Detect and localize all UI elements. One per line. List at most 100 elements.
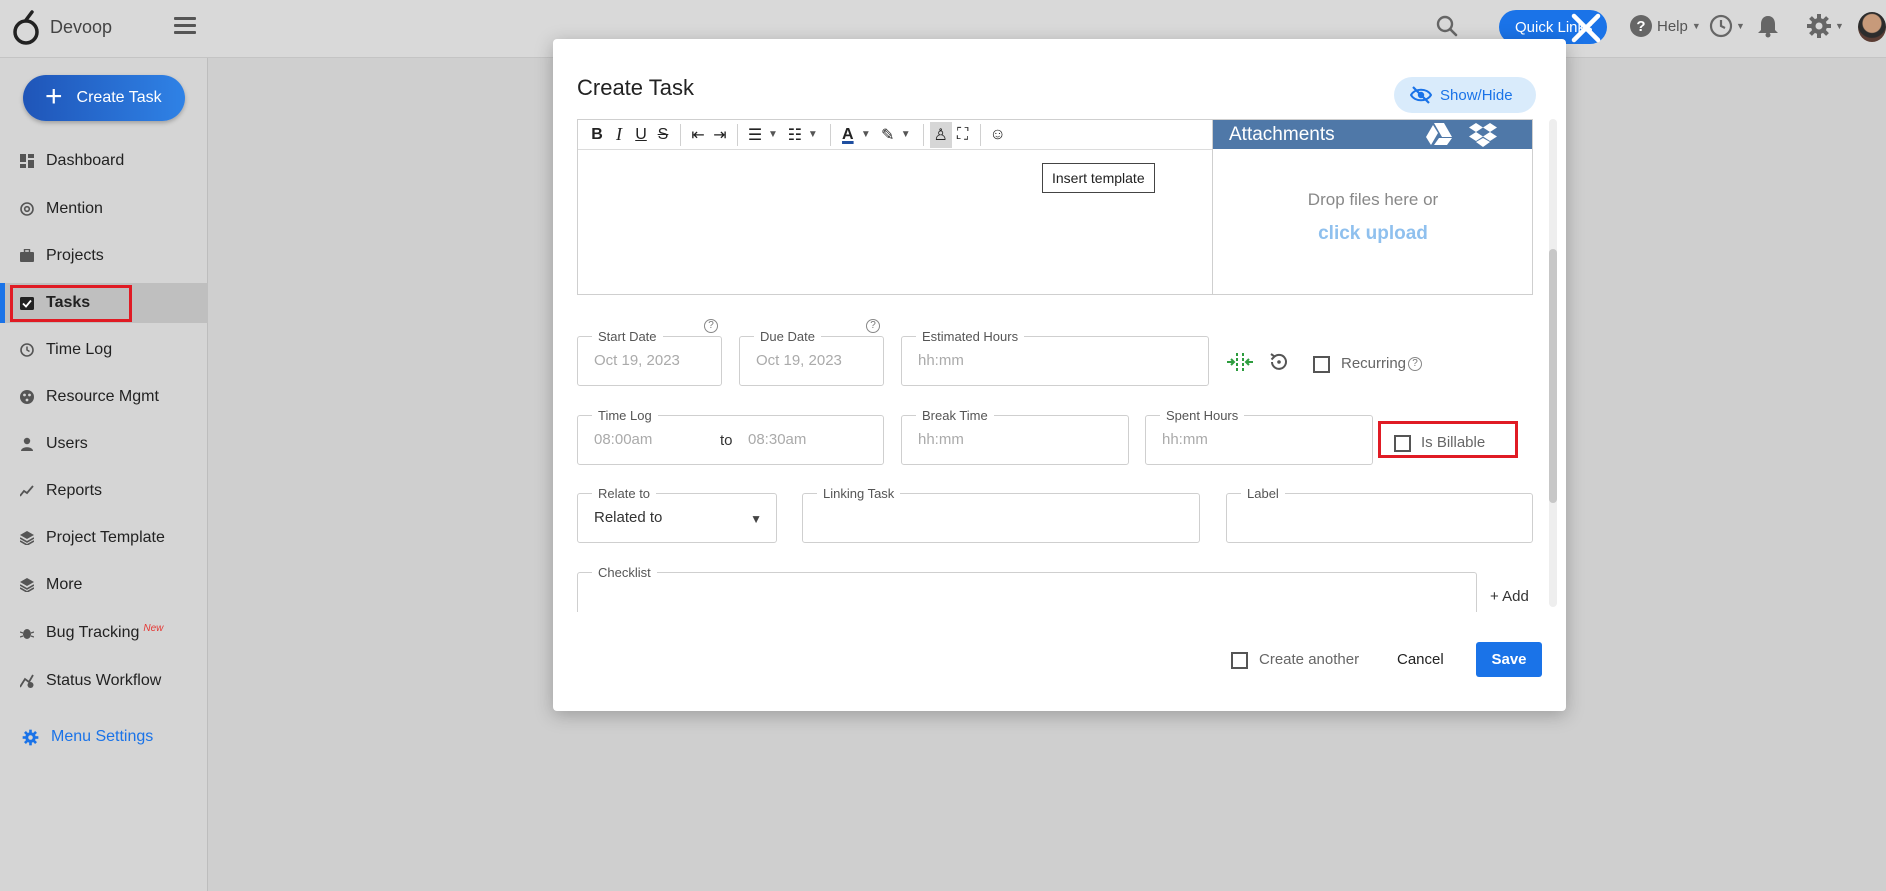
split-hours-icon[interactable]	[1225, 351, 1255, 373]
workflow-icon	[20, 674, 34, 688]
italic-icon[interactable]: I	[608, 122, 630, 148]
numbered-list-icon[interactable]: ☰	[744, 122, 766, 148]
fullscreen-icon[interactable]: ⛶	[952, 122, 974, 148]
layers-icon	[20, 531, 34, 545]
show-hide-button[interactable]: Show/Hide	[1394, 77, 1536, 113]
time-log-to[interactable]: 08:30am	[748, 431, 806, 448]
time-log-label: Time Log	[592, 408, 658, 423]
sidebar-item-more[interactable]: More	[0, 565, 208, 605]
bold-icon[interactable]: B	[586, 122, 608, 148]
sidebar-item-projects[interactable]: Projects	[0, 236, 208, 276]
help-icon[interactable]: ?	[866, 319, 880, 333]
sidebar-item-users[interactable]: Users	[0, 424, 208, 464]
chevron-down-icon: ▼	[1691, 21, 1701, 31]
bell-icon[interactable]	[1757, 14, 1779, 38]
bug-icon	[20, 629, 34, 639]
sidebar-item-status-workflow[interactable]: Status Workflow	[0, 661, 208, 701]
devoop-logo-icon[interactable]	[12, 10, 42, 46]
linking-task-field[interactable]: Linking Task	[802, 486, 1200, 543]
save-button[interactable]: Save	[1476, 642, 1542, 677]
sidebar-item-bug-tracking[interactable]: Bug Tracking New	[0, 613, 208, 653]
chevron-down-icon[interactable]: ▼	[861, 129, 871, 140]
relate-to-value: Related to	[594, 509, 663, 526]
svg-text:?: ?	[1636, 18, 1645, 35]
estimated-hours-label: Estimated Hours	[916, 329, 1025, 344]
close-icon[interactable]	[1566, 8, 1606, 48]
sidebar-item-project-template[interactable]: Project Template	[0, 518, 208, 558]
modal-scrollbar-thumb[interactable]	[1549, 249, 1557, 503]
sidebar-item-label: Project Template	[46, 529, 165, 546]
break-time-placeholder: hh:mm	[918, 431, 964, 448]
brand-name[interactable]: Devoop	[50, 17, 112, 38]
sidebar-item-label: Reports	[46, 482, 103, 499]
insert-template-icon[interactable]: ♙	[929, 121, 952, 148]
help-icon[interactable]: ?	[1408, 357, 1422, 371]
gear-icon	[1807, 14, 1831, 38]
sidebar-item-resource-mgmt[interactable]: Resource Mgmt	[0, 377, 208, 417]
avatar[interactable]	[1858, 12, 1886, 42]
time-log-field[interactable]: Time Log 08:00am to 08:30am	[577, 408, 884, 465]
create-task-button[interactable]: + Create Task	[23, 75, 185, 121]
sidebar-item-mention[interactable]: Mention	[0, 189, 208, 229]
click-upload-link[interactable]: click upload	[1213, 223, 1533, 245]
timer-menu[interactable]: ▼	[1709, 14, 1745, 38]
checklist-field[interactable]: Checklist	[577, 565, 1477, 612]
chevron-down-icon[interactable]: ▼	[808, 129, 818, 140]
help-icon[interactable]: ?	[704, 319, 718, 333]
sidebar: + Create Task Dashboard Mention Projects…	[0, 58, 208, 891]
layers-icon	[20, 578, 34, 592]
break-time-field[interactable]: Break Time hh:mm	[901, 408, 1129, 465]
help-label: Help	[1657, 17, 1688, 35]
hamburger-menu-icon[interactable]	[174, 17, 196, 35]
time-log-from[interactable]: 08:00am	[594, 431, 652, 448]
underline-icon[interactable]: U	[630, 122, 652, 148]
spent-hours-field[interactable]: Spent Hours hh:mm	[1145, 408, 1373, 465]
menu-settings-label: Menu Settings	[51, 728, 154, 745]
recurring-label: Recurring	[1341, 355, 1407, 372]
toolbar-divider	[680, 123, 681, 146]
clock-icon	[20, 343, 34, 357]
search-icon[interactable]	[1435, 14, 1459, 38]
dashboard-icon	[20, 154, 34, 168]
sidebar-item-dashboard[interactable]: Dashboard	[0, 141, 208, 181]
recurring-checkbox[interactable]	[1313, 356, 1330, 373]
create-another-checkbox[interactable]	[1231, 652, 1248, 669]
history-icon[interactable]	[1268, 351, 1290, 373]
chevron-down-icon[interactable]: ▼	[901, 129, 911, 140]
due-date-field[interactable]: Due Date Oct 19, 2023	[739, 329, 884, 386]
bullet-list-icon[interactable]: ☷	[784, 122, 806, 148]
indent-icon[interactable]: ⇥	[709, 122, 731, 148]
chevron-down-icon: ▼	[1736, 21, 1745, 31]
insert-template-tooltip: Insert template	[1042, 163, 1155, 193]
dropbox-icon[interactable]	[1469, 122, 1497, 148]
emoji-icon[interactable]: ☺	[987, 122, 1009, 148]
strikethrough-icon[interactable]: S	[652, 122, 674, 148]
label-field[interactable]: Label	[1226, 486, 1533, 543]
text-color-icon[interactable]: A	[837, 122, 859, 148]
sidebar-item-label: Dashboard	[46, 152, 125, 169]
create-task-label: Create Task	[76, 89, 162, 106]
sidebar-item-reports[interactable]: Reports	[0, 471, 208, 511]
menu-settings-link[interactable]: Menu Settings	[22, 728, 153, 746]
new-badge: New	[143, 622, 164, 634]
settings-menu[interactable]: ▼	[1806, 13, 1844, 39]
attachments-panel[interactable]: Attachments Drop files here or click upl…	[1213, 119, 1533, 295]
sidebar-item-label: Status Workflow	[46, 672, 162, 689]
estimated-hours-field[interactable]: Estimated Hours hh:mm	[901, 329, 1209, 386]
chevron-down-icon[interactable]: ▼	[768, 129, 778, 140]
sidebar-item-time-log[interactable]: Time Log	[0, 330, 208, 370]
add-checklist-button[interactable]: + Add	[1490, 588, 1529, 605]
due-date-value: Oct 19, 2023	[756, 352, 842, 369]
description-editor[interactable]: B I U S ⇤ ⇥ ☰ ▼ ☷ ▼ A ▼ ✎ ▼ ♙ ⛶ ☺ Insert…	[577, 119, 1213, 295]
google-drive-icon[interactable]	[1425, 122, 1453, 146]
highlight-color-icon[interactable]: ✎	[877, 122, 899, 148]
create-task-modal: Create Task Show/Hide B I U S ⇤ ⇥ ☰ ▼ ☷ …	[553, 39, 1566, 711]
relate-to-select[interactable]: Relate to Related to ▼	[577, 486, 777, 543]
start-date-field[interactable]: Start Date Oct 19, 2023	[577, 329, 722, 386]
help-menu[interactable]: ? Help ▼	[1629, 14, 1701, 38]
cancel-button[interactable]: Cancel	[1397, 651, 1444, 668]
sidebar-item-label: More	[46, 576, 83, 593]
sidebar-item-label: Projects	[46, 247, 104, 264]
estimated-hours-placeholder: hh:mm	[918, 352, 964, 369]
outdent-icon[interactable]: ⇤	[687, 122, 709, 148]
